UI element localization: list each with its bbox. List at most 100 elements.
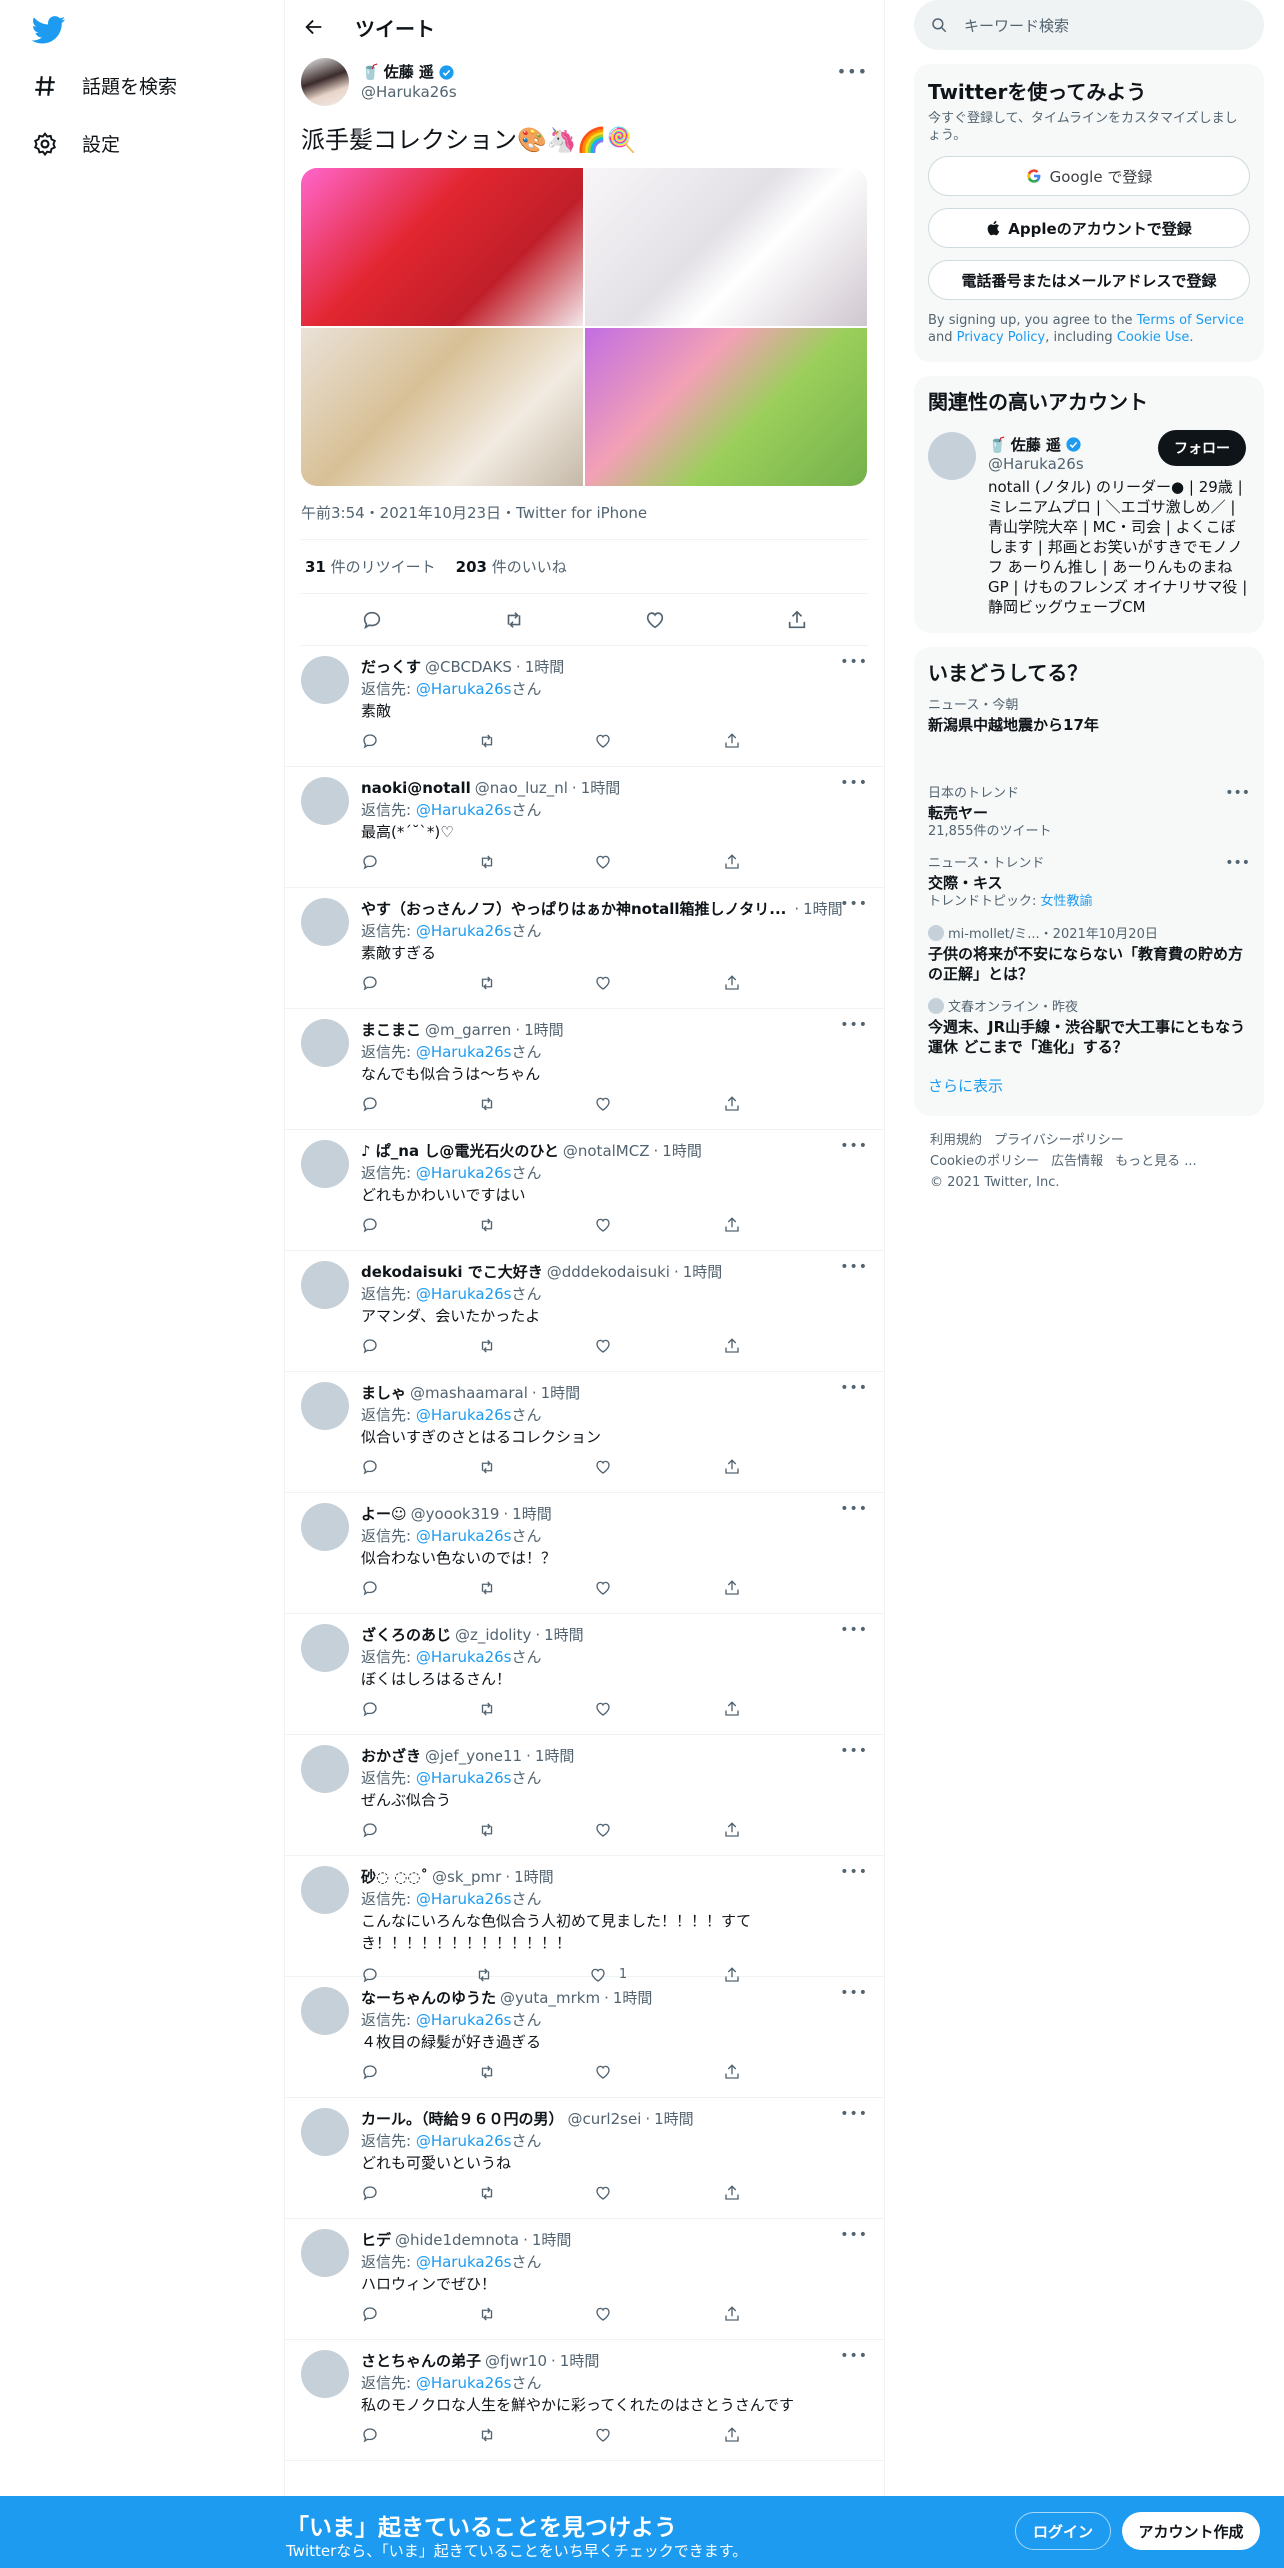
like-icon[interactable]: [594, 1337, 612, 1355]
share-icon[interactable]: [723, 853, 741, 871]
trend-item[interactable]: ニュース・トレンド 交際・キス トレンドトピック: 女性教諭 •••: [928, 855, 1250, 911]
reply-time[interactable]: 1時間: [525, 656, 565, 678]
retweet-icon[interactable]: [478, 1579, 496, 1597]
google-signup-button[interactable]: Google で登録: [928, 156, 1250, 196]
reply-icon[interactable]: [361, 1458, 379, 1476]
tweet-timestamp[interactable]: 午前3:54・2021年10月23日・Twitter for iPhone: [301, 502, 868, 540]
reply-author-name[interactable]: おかざき: [361, 1745, 421, 1767]
reply-author-handle[interactable]: @dddekodaisuki: [547, 1261, 670, 1283]
reply-icon[interactable]: [361, 1821, 379, 1839]
terms-link[interactable]: Terms of Service: [1137, 313, 1244, 328]
follow-button[interactable]: フォロー: [1158, 430, 1246, 466]
reply-to-link[interactable]: @Haruka26s: [416, 922, 512, 940]
reply-author-handle[interactable]: @hide1demnota: [395, 2229, 519, 2251]
share-icon[interactable]: [723, 1095, 741, 1113]
reply-time[interactable]: 1時間: [803, 898, 843, 920]
reply-tweet[interactable]: さとちゃんの弟子 @fjwr10 · 1時間 返信先: @Haruka26sさん 私のモノ…: [285, 2340, 884, 2461]
more-options-icon[interactable]: •••: [840, 2227, 868, 2243]
like-icon[interactable]: [594, 1579, 612, 1597]
reply-tweet[interactable]: 砂◌ ◌◌˚ @sk_pmr · 1時間 返信先: @Haruka26sさん こんなにいろ…: [285, 1856, 884, 1983]
reply-time[interactable]: 1時間: [654, 2108, 694, 2130]
share-icon[interactable]: [723, 974, 741, 992]
reply-tweet[interactable]: naoki@notall @nao_luz_nl · 1時間 返信先: @Haruka2…: [285, 767, 884, 888]
footer-more[interactable]: もっと見る ...: [1115, 1154, 1197, 1169]
photo-green-hair[interactable]: [585, 328, 867, 486]
more-options-icon[interactable]: •••: [840, 775, 868, 791]
reply-author-handle[interactable]: @notalMCZ: [563, 1140, 650, 1162]
like-icon[interactable]: [594, 732, 612, 750]
reply-tweet[interactable]: ましゃ @mashaamaral · 1時間 返信先: @Haruka26sさん 似合いす…: [285, 1372, 884, 1493]
like-icon[interactable]: [594, 1095, 612, 1113]
reply-time[interactable]: 1時間: [541, 1382, 581, 1404]
reply-tweet[interactable]: やす（おっさんノフ）やっぱりはぁか神notall箱推しノタリ... · 1時間 返信先…: [285, 888, 884, 1009]
more-options-icon[interactable]: •••: [840, 1138, 868, 1154]
reply-author-name[interactable]: よー☺: [361, 1503, 407, 1525]
reply-tweet[interactable]: よー☺ @yoook319 · 1時間 返信先: @Haruka26sさん 似合わない色な…: [285, 1493, 884, 1614]
reply-tweet[interactable]: dekodaisuki でこ大好き @dddekodaisuki · 1時間 返信先: …: [285, 1251, 884, 1372]
author-name[interactable]: 佐藤 遥: [384, 62, 434, 82]
reply-icon[interactable]: [361, 2305, 379, 2323]
share-icon[interactable]: [723, 2063, 741, 2081]
reply-time[interactable]: 1時間: [535, 1745, 575, 1767]
retweet-icon[interactable]: [478, 2184, 496, 2202]
reply-author-handle[interactable]: @CBCDAKS: [425, 656, 512, 678]
trend-item[interactable]: ニュース・今朝 新潟県中越地震から17年: [928, 697, 1250, 735]
reply-tweet[interactable]: ヒデ @hide1demnota · 1時間 返信先: @Haruka26sさん ハロウィ…: [285, 2219, 884, 2340]
reply-to-link[interactable]: @Haruka26s: [416, 2132, 512, 2150]
trend-item[interactable]: mi-mollet/ミ...・2021年10月20日 子供の将来が不安にならない「…: [928, 925, 1250, 984]
reply-to-link[interactable]: @Haruka26s: [416, 1406, 512, 1424]
reply-author-handle[interactable]: @fjwr10: [485, 2350, 547, 2372]
avatar[interactable]: [301, 1503, 349, 1551]
reply-time[interactable]: 1時間: [514, 1866, 554, 1888]
reply-author-handle[interactable]: @mashaamaral: [410, 1382, 528, 1404]
reply-icon[interactable]: [361, 1216, 379, 1234]
reply-tweet[interactable]: まこまこ @m_garren · 1時間 返信先: @Haruka26sさん なんでも似合…: [285, 1009, 884, 1130]
reply-to-link[interactable]: @Haruka26s: [416, 2253, 512, 2271]
retweet-icon[interactable]: [478, 732, 496, 750]
reply-to-link[interactable]: @Haruka26s: [416, 1164, 512, 1182]
like-icon[interactable]: [594, 2063, 612, 2081]
share-icon[interactable]: [723, 1700, 741, 1718]
reply-tweet[interactable]: おかざき @jef_yone11 · 1時間 返信先: @Haruka26sさん ぜんぶ似…: [285, 1735, 884, 1856]
like-icon[interactable]: [594, 2184, 612, 2202]
avatar[interactable]: [301, 1866, 349, 1914]
apple-signup-button[interactable]: Appleのアカウントで登録: [928, 208, 1250, 248]
like-icon[interactable]: [594, 974, 612, 992]
share-icon[interactable]: [723, 732, 741, 750]
reply-icon[interactable]: [361, 1095, 379, 1113]
reply-to-link[interactable]: @Haruka26s: [416, 1285, 512, 1303]
avatar[interactable]: [301, 2229, 349, 2277]
more-options-icon[interactable]: •••: [840, 1017, 868, 1033]
retweet-icon[interactable]: [478, 1337, 496, 1355]
reply-time[interactable]: 1時間: [662, 1140, 702, 1162]
cookie-link[interactable]: Cookie Use: [1117, 330, 1190, 345]
reply-to-link[interactable]: @Haruka26s: [416, 2011, 512, 2029]
reply-icon[interactable]: [361, 1700, 379, 1718]
share-icon[interactable]: [723, 1337, 741, 1355]
reply-author-name[interactable]: やす（おっさんノフ）やっぱりはぁか神notall箱推しノタリ...: [361, 898, 786, 920]
avatar[interactable]: [301, 1987, 349, 2035]
photo-red-hair[interactable]: [301, 168, 583, 326]
related-account[interactable]: 🥤 佐藤 遥 @Haruka26s notall (ノタル) のリーダー● | 2…: [928, 428, 1250, 617]
trend-item[interactable]: 日本のトレンド 転売ヤー 21,855件のツイート •••: [928, 785, 1250, 841]
like-stat[interactable]: 203 件のいいね: [456, 556, 567, 577]
more-options-icon[interactable]: •••: [840, 1743, 868, 1759]
like-icon[interactable]: [594, 2426, 612, 2444]
more-options-icon[interactable]: •••: [837, 62, 868, 81]
reply-tweet[interactable]: カール。（時給９６０円の男） @curl2sei · 1時間 返信先: @Haruka2…: [285, 2098, 884, 2219]
privacy-link[interactable]: Privacy Policy: [957, 330, 1046, 345]
retweet-icon[interactable]: [478, 1821, 496, 1839]
reply-icon[interactable]: [361, 609, 383, 631]
reply-icon[interactable]: [361, 2184, 379, 2202]
reply-to-link[interactable]: @Haruka26s: [416, 1043, 512, 1061]
more-options-icon[interactable]: •••: [840, 1622, 868, 1638]
avatar[interactable]: [301, 1382, 349, 1430]
more-options-icon[interactable]: •••: [840, 654, 868, 670]
retweet-icon[interactable]: [478, 2426, 496, 2444]
twitter-logo-icon[interactable]: [32, 16, 66, 44]
reply-tweet[interactable]: だっくす @CBCDAKS · 1時間 返信先: @Haruka26sさん 素敵 •••: [285, 646, 884, 767]
avatar[interactable]: [301, 1261, 349, 1309]
nav-settings[interactable]: 設定: [32, 130, 120, 157]
more-options-icon[interactable]: •••: [840, 1501, 868, 1517]
like-icon[interactable]: [644, 609, 666, 631]
